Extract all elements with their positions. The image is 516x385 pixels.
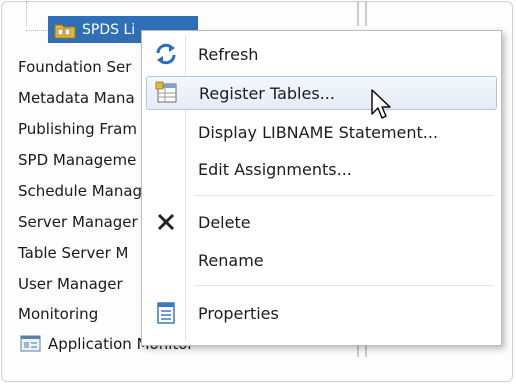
menu-separator <box>194 285 494 286</box>
tree-item-spd-management[interactable]: SPD Manageme <box>18 151 136 169</box>
tree-item-schedule-manager[interactable]: Schedule Manag <box>18 182 142 200</box>
menu-item-rename[interactable]: Rename <box>146 243 497 277</box>
tree-item-user-manager[interactable]: User Manager <box>18 275 123 293</box>
menu-item-label: Edit Assignments... <box>198 159 352 179</box>
tree-node-label: SPDS Li <box>82 21 136 38</box>
menu-item-edit-assignments[interactable]: Edit Assignments... <box>146 152 497 186</box>
context-menu: Refresh Register Tables... Display LIBNA… <box>141 30 502 346</box>
menu-item-properties[interactable]: Properties <box>146 296 497 330</box>
menu-item-label: Delete <box>198 212 251 232</box>
menu-separator <box>194 195 494 196</box>
tree-item-metadata-manager[interactable]: Metadata Mana <box>18 89 135 107</box>
delete-x-icon <box>157 213 175 231</box>
menu-item-label: Register Tables... <box>199 83 335 103</box>
properties-icon <box>157 302 175 324</box>
application-monitor-icon <box>20 335 41 352</box>
menu-item-label: Display LIBNAME Statement... <box>198 122 439 142</box>
menu-item-display-libname[interactable]: Display LIBNAME Statement... <box>146 115 497 149</box>
menu-item-refresh[interactable]: Refresh <box>146 37 497 71</box>
column-divider <box>357 2 367 26</box>
tree-item-server-manager[interactable]: Server Manager <box>18 213 138 231</box>
tree-item-publishing-framework[interactable]: Publishing Fram <box>18 120 137 138</box>
tree-connector-line <box>26 30 48 31</box>
menu-item-register-tables[interactable]: Register Tables... <box>146 76 497 110</box>
tree-item-monitoring[interactable]: Monitoring <box>18 305 98 323</box>
tree-item-table-server-manager[interactable]: Table Server M <box>18 244 128 262</box>
register-tables-icon <box>155 81 177 103</box>
menu-item-delete[interactable]: Delete <box>146 205 497 239</box>
tree-connector-line <box>26 2 27 26</box>
tree-item-foundation-services[interactable]: Foundation Ser <box>18 58 131 76</box>
library-folder-icon <box>54 24 76 38</box>
refresh-icon <box>156 43 176 65</box>
menu-item-label: Properties <box>198 303 279 323</box>
menu-item-label: Rename <box>198 250 264 270</box>
menu-item-label: Refresh <box>198 44 259 64</box>
mouse-cursor-icon <box>371 89 391 119</box>
